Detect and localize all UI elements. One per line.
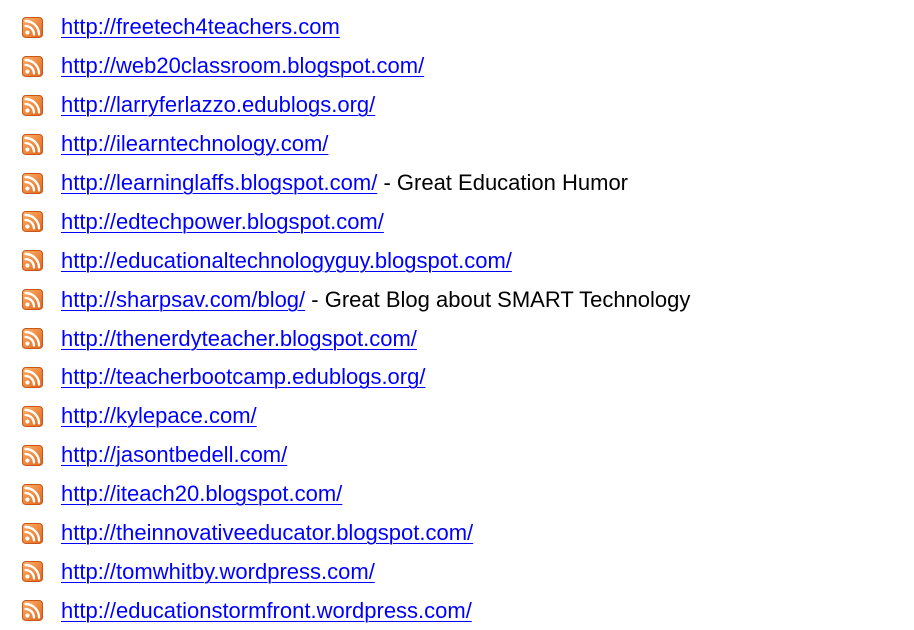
- rss-feed-icon: [22, 483, 43, 505]
- rss-feed-icon: [22, 55, 43, 77]
- rss-feed-icon: [22, 250, 43, 272]
- rss-feed-icon: [22, 561, 43, 583]
- list-item: http://freetech4teachers.com: [22, 8, 914, 47]
- feed-link[interactable]: http://edtechpower.blogspot.com/: [61, 209, 384, 235]
- list-item: http://kylepace.com/: [22, 397, 914, 436]
- rss-feed-icon: [22, 328, 43, 350]
- feed-link[interactable]: http://educationstormfront.wordpress.com…: [61, 598, 472, 624]
- feed-link[interactable]: http://kylepace.com/: [61, 403, 257, 429]
- list-item: http://web20classroom.blogspot.com/: [22, 47, 914, 86]
- feed-link[interactable]: http://web20classroom.blogspot.com/: [61, 53, 424, 79]
- rss-feed-icon: [22, 211, 43, 233]
- rss-feed-icon: [22, 600, 43, 622]
- rss-feed-icon: [22, 94, 43, 116]
- feed-link[interactable]: http://ilearntechnology.com/: [61, 131, 328, 157]
- feed-link[interactable]: http://freetech4teachers.com: [61, 14, 340, 40]
- list-item: http://larryferlazzo.edublogs.org/: [22, 86, 914, 125]
- list-item: http://tomwhitby.wordpress.com/: [22, 552, 914, 591]
- list-item: http://iteach20.blogspot.com/: [22, 475, 914, 514]
- rss-feed-icon: [22, 172, 43, 194]
- feed-link[interactable]: http://tomwhitby.wordpress.com/: [61, 559, 375, 585]
- rss-feed-icon: [22, 366, 43, 388]
- rss-feed-icon: [22, 522, 43, 544]
- rss-feed-icon: [22, 133, 43, 155]
- feed-link[interactable]: http://jasontbedell.com/: [61, 442, 287, 468]
- list-item: http://teacherbootcamp.edublogs.org/: [22, 358, 914, 397]
- feed-link[interactable]: http://learninglaffs.blogspot.com/: [61, 170, 377, 196]
- list-item: http://jasontbedell.com/: [22, 436, 914, 475]
- rss-feed-icon: [22, 16, 43, 38]
- rss-feed-icon: [22, 405, 43, 427]
- list-item: http://educationstormfront.wordpress.com…: [22, 591, 914, 630]
- feed-link[interactable]: http://larryferlazzo.edublogs.org/: [61, 92, 375, 118]
- list-item: http://sharpsav.com/blog/ - Great Blog a…: [22, 280, 914, 319]
- feed-link[interactable]: http://sharpsav.com/blog/: [61, 287, 305, 313]
- list-item: http://edtechpower.blogspot.com/: [22, 202, 914, 241]
- list-item: http://educationaltechnologyguy.blogspot…: [22, 241, 914, 280]
- feed-link[interactable]: http://teacherbootcamp.edublogs.org/: [61, 364, 425, 390]
- feed-link[interactable]: http://thenerdyteacher.blogspot.com/: [61, 326, 417, 352]
- rss-feed-icon: [22, 444, 43, 466]
- feed-link[interactable]: http://educationaltechnologyguy.blogspot…: [61, 248, 512, 274]
- list-item: http://learninglaffs.blogspot.com/ - Gre…: [22, 164, 914, 203]
- feed-description: - Great Education Humor: [377, 170, 629, 195]
- feed-list: http://freetech4teachers.com http://web20…: [0, 0, 914, 630]
- feed-description: - Great Blog about SMART Technology: [305, 286, 691, 312]
- list-item: http://ilearntechnology.com/: [22, 125, 914, 164]
- list-item: http://thenerdyteacher.blogspot.com/: [22, 319, 914, 358]
- list-item: http://theinnovativeeducator.blogspot.co…: [22, 514, 914, 553]
- feed-link[interactable]: http://theinnovativeeducator.blogspot.co…: [61, 520, 473, 546]
- rss-feed-icon: [22, 289, 43, 311]
- feed-link[interactable]: http://iteach20.blogspot.com/: [61, 481, 342, 507]
